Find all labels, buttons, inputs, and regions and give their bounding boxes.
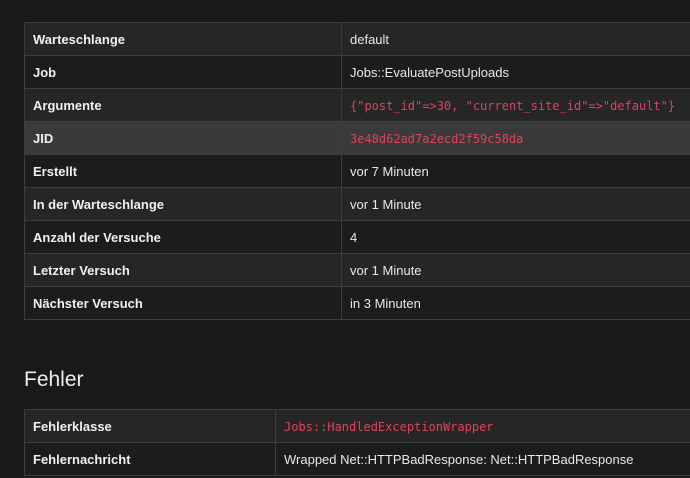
row-value: Jobs::EvaluatePostUploads: [341, 55, 690, 89]
row-value: {"post_id"=>30, "current_site_id"=>"defa…: [341, 88, 690, 122]
table-row-job: Job Jobs::EvaluatePostUploads: [24, 55, 690, 89]
row-value: default: [341, 22, 690, 56]
table-row-next-retry: Nächster Versuch in 3 Minuten: [24, 286, 690, 320]
arguments-code: {"post_id"=>30, "current_site_id"=>"defa…: [350, 98, 676, 113]
table-row-retry-count: Anzahl der Versuche 4: [24, 220, 690, 254]
row-label: Fehlerklasse: [24, 409, 276, 443]
table-row-error-class: Fehlerklasse Jobs::HandledExceptionWrapp…: [24, 409, 690, 443]
row-label: Argumente: [24, 88, 342, 122]
row-value: 4: [341, 220, 690, 254]
row-value: Jobs::HandledExceptionWrapper: [275, 409, 690, 443]
cropped-heading: [24, 0, 64, 4]
row-value: in 3 Minuten: [341, 286, 690, 320]
row-value: vor 1 Minute: [341, 187, 690, 221]
row-value: vor 7 Minuten: [341, 154, 690, 188]
table-row-created: Erstellt vor 7 Minuten: [24, 154, 690, 188]
jid-code: 3e48d62ad7a2ecd2f59c58da: [350, 131, 524, 146]
table-row-arguments: Argumente {"post_id"=>30, "current_site_…: [24, 88, 690, 122]
row-label: Nächster Versuch: [24, 286, 342, 320]
row-value: Wrapped Net::HTTPBadResponse: Net::HTTPB…: [275, 442, 690, 476]
row-label: Fehlernachricht: [24, 442, 276, 476]
table-row-last-retry: Letzter Versuch vor 1 Minute: [24, 253, 690, 287]
error-details-table: Fehlerklasse Jobs::HandledExceptionWrapp…: [24, 409, 690, 476]
error-class-code: Jobs::HandledExceptionWrapper: [284, 419, 494, 434]
row-label: Letzter Versuch: [24, 253, 342, 287]
row-label: Job: [24, 55, 342, 89]
row-value: 3e48d62ad7a2ecd2f59c58da: [341, 121, 690, 155]
table-row-jid: JID 3e48d62ad7a2ecd2f59c58da: [24, 121, 690, 155]
row-value: vor 1 Minute: [341, 253, 690, 287]
job-details-table: Warteschlange default Job Jobs::Evaluate…: [24, 22, 690, 320]
error-section-title: Fehler: [24, 368, 84, 391]
row-label: Anzahl der Versuche: [24, 220, 342, 254]
table-row-error-message: Fehlernachricht Wrapped Net::HTTPBadResp…: [24, 442, 690, 476]
row-label: Warteschlange: [24, 22, 342, 56]
job-detail-page: Warteschlange default Job Jobs::Evaluate…: [0, 0, 690, 478]
table-row-enqueued: In der Warteschlange vor 1 Minute: [24, 187, 690, 221]
row-label: JID: [24, 121, 342, 155]
table-row-queue: Warteschlange default: [24, 22, 690, 56]
row-label: Erstellt: [24, 154, 342, 188]
row-label: In der Warteschlange: [24, 187, 342, 221]
